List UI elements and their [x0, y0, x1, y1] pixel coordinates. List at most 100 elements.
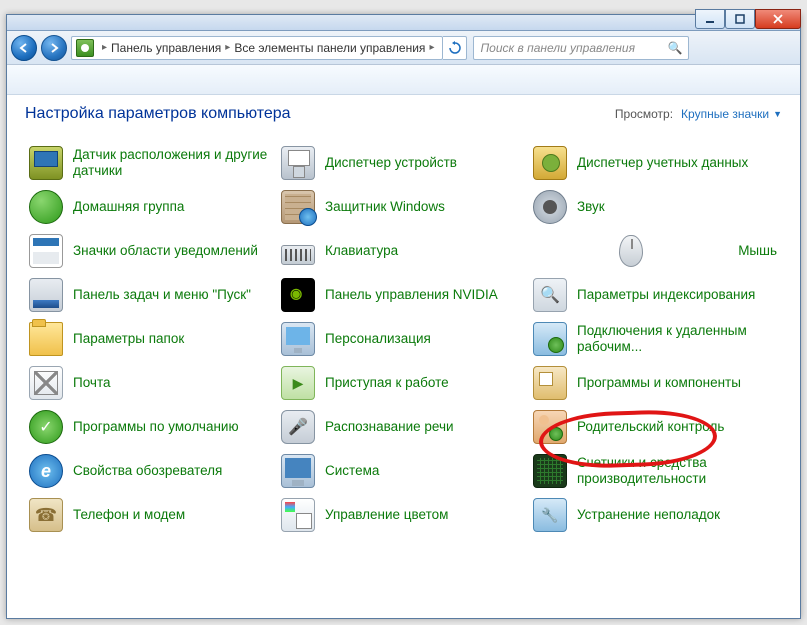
item-label: Параметры папок	[73, 331, 184, 347]
titlebar	[7, 15, 800, 31]
mouse-icon	[619, 235, 643, 267]
breadcrumb-item[interactable]: Панель управления	[111, 41, 221, 55]
phone-icon	[29, 498, 63, 532]
kbd-icon	[281, 245, 315, 265]
search-icon	[533, 278, 567, 312]
item-label: Мышь	[738, 243, 777, 259]
wall-icon	[281, 190, 315, 224]
item-label: Почта	[73, 375, 111, 391]
control-panel-item[interactable]: Параметры папок	[25, 317, 277, 361]
item-label: Диспетчер учетных данных	[577, 155, 748, 171]
item-label: Приступая к работе	[325, 375, 449, 391]
monitor-icon	[281, 322, 315, 356]
tray-icon	[29, 234, 63, 268]
breadcrumb[interactable]: ▸ Панель управления ▸ Все элементы панел…	[71, 36, 443, 60]
maximize-button[interactable]	[725, 9, 755, 29]
breadcrumb-item[interactable]: Все элементы панели управления	[234, 41, 425, 55]
items-grid: Датчик расположения и другие датчики Дисп…	[25, 141, 782, 537]
mail-icon	[29, 366, 63, 400]
control-panel-item[interactable]: Параметры индексирования	[529, 273, 781, 317]
fix-icon	[533, 498, 567, 532]
view-selector[interactable]: Крупные значки ▼	[681, 107, 782, 121]
control-panel-item[interactable]: Клавиатура	[277, 229, 529, 273]
control-panel-item[interactable]: Телефон и модем	[25, 493, 277, 537]
control-panel-icon	[76, 39, 94, 57]
progs-icon	[533, 366, 567, 400]
nvidia-icon	[281, 278, 315, 312]
item-label: Управление цветом	[325, 507, 448, 523]
window-buttons	[695, 9, 801, 29]
default-icon	[29, 410, 63, 444]
item-label: Система	[325, 463, 379, 479]
item-label: Защитник Windows	[325, 199, 445, 215]
mic-icon	[281, 410, 315, 444]
view-value: Крупные значки	[681, 107, 769, 121]
forward-button[interactable]	[41, 35, 67, 61]
control-panel-item[interactable]: Панель управления NVIDIA	[277, 273, 529, 317]
item-label: Домашняя группа	[73, 199, 184, 215]
breadcrumb-group: ▸ Панель управления ▸ Все элементы панел…	[71, 36, 467, 60]
search-icon: 🔍	[668, 41, 683, 55]
item-label: Параметры индексирования	[577, 287, 755, 303]
item-label: Клавиатура	[325, 243, 398, 259]
refresh-button[interactable]	[443, 36, 467, 60]
control-panel-item[interactable]: Звук	[529, 185, 781, 229]
item-label: Подключения к удаленным рабочим...	[577, 323, 777, 355]
control-panel-item[interactable]: Диспетчер учетных данных	[529, 141, 781, 185]
control-panel-item[interactable]: Датчик расположения и другие датчики	[25, 141, 277, 185]
control-panel-item[interactable]: Домашняя группа	[25, 185, 277, 229]
sys-icon	[281, 454, 315, 488]
control-panel-item[interactable]: Устранение неполадок	[529, 493, 781, 537]
item-label: Датчик расположения и другие датчики	[73, 147, 273, 179]
control-panel-item[interactable]: Распознавание речи	[277, 405, 529, 449]
control-panel-item[interactable]: Программы по умолчанию	[25, 405, 277, 449]
control-panel-item[interactable]: Диспетчер устройств	[277, 141, 529, 185]
search-placeholder: Поиск в панели управления	[480, 41, 635, 55]
control-panel-item[interactable]: Защитник Windows	[277, 185, 529, 229]
chevron-right-icon: ▸	[429, 42, 434, 53]
control-panel-item[interactable]: Подключения к удаленным рабочим...	[529, 317, 781, 361]
control-panel-item[interactable]: Система	[277, 449, 529, 493]
control-panel-item[interactable]: Значки области уведомлений	[25, 229, 277, 273]
minimize-button[interactable]	[695, 9, 725, 29]
control-panel-item[interactable]: Свойства обозревателя	[25, 449, 277, 493]
control-panel-item[interactable]: Счетчики и средства производительности	[529, 449, 781, 493]
control-panel-item[interactable]: Приступая к работе	[277, 361, 529, 405]
navbar: ▸ Панель управления ▸ Все элементы панел…	[7, 31, 800, 65]
item-label: Телефон и модем	[73, 507, 185, 523]
speaker-icon	[533, 190, 567, 224]
item-label: Значки области уведомлений	[73, 243, 258, 259]
accounts-icon	[533, 146, 567, 180]
folder-icon	[29, 322, 63, 356]
search-input[interactable]: Поиск в панели управления 🔍	[473, 36, 689, 60]
item-label: Устранение неполадок	[577, 507, 720, 523]
task-icon	[29, 278, 63, 312]
control-panel-item[interactable]: Панель задач и меню "Пуск"	[25, 273, 277, 317]
control-panel-item[interactable]: Программы и компоненты	[529, 361, 781, 405]
toolstrip	[7, 65, 800, 95]
content-area: Настройка параметров компьютера Просмотр…	[7, 95, 800, 545]
control-panel-item[interactable]: Мышь	[529, 229, 781, 273]
item-label: Звук	[577, 199, 605, 215]
item-label: Панель управления NVIDIA	[325, 287, 498, 303]
item-label: Диспетчер устройств	[325, 155, 457, 171]
item-label: Панель задач и меню "Пуск"	[73, 287, 251, 303]
control-panel-item[interactable]: Почта	[25, 361, 277, 405]
perf-icon	[533, 454, 567, 488]
chevron-right-icon: ▸	[225, 42, 230, 53]
page-title: Настройка параметров компьютера	[25, 105, 615, 123]
heading-row: Настройка параметров компьютера Просмотр…	[25, 105, 782, 123]
close-button[interactable]	[755, 9, 801, 29]
control-panel-item[interactable]: Родительский контроль	[529, 405, 781, 449]
device-icon	[281, 146, 315, 180]
control-panel-window: ▸ Панель управления ▸ Все элементы панел…	[6, 14, 801, 619]
color-icon	[281, 498, 315, 532]
item-label: Программы по умолчанию	[73, 419, 239, 435]
back-button[interactable]	[11, 35, 37, 61]
view-label: Просмотр:	[615, 107, 673, 121]
control-panel-item[interactable]: Управление цветом	[277, 493, 529, 537]
control-panel-item[interactable]: Персонализация	[277, 317, 529, 361]
item-label: Программы и компоненты	[577, 375, 741, 391]
parent-icon	[533, 410, 567, 444]
net-icon	[533, 322, 567, 356]
